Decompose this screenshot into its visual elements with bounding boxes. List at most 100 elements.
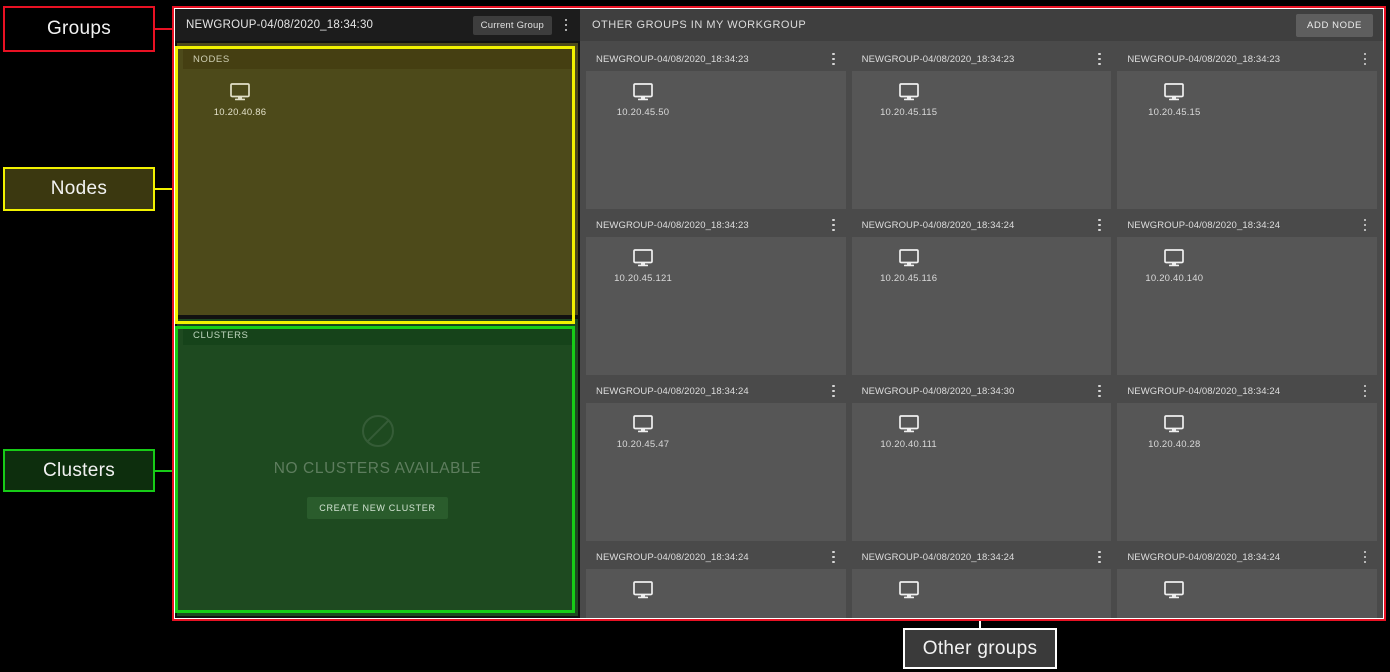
node-tile[interactable]: 10.20.45.116 (866, 249, 952, 284)
annotation-label-groups-text: Groups (46, 18, 112, 39)
group-card[interactable]: NEWGROUP-04/08/2020_18:34:24 10.20.45.47 (586, 379, 846, 541)
add-node-button[interactable]: ADD NODE (1296, 13, 1373, 37)
node-tile[interactable]: 10.20.45.50 (600, 83, 686, 118)
monitor-icon (633, 249, 653, 267)
node-ip-label: 10.20.40.140 (1145, 273, 1204, 284)
nodes-panel-body: 10.20.40.86 (183, 69, 572, 309)
kebab-menu-icon[interactable] (1091, 546, 1107, 568)
node-ip-label: 10.20.40.111 (880, 439, 937, 450)
monitor-icon (230, 83, 250, 101)
current-group-column: NEWGROUP-04/08/2020_18:34:30 Current Gro… (175, 9, 580, 618)
kebab-menu-icon[interactable] (826, 546, 842, 568)
group-card-header: NEWGROUP-04/08/2020_18:34:23 (1117, 47, 1377, 71)
node-tile[interactable] (866, 581, 952, 605)
group-card-title: NEWGROUP-04/08/2020_18:34:24 (1127, 551, 1281, 563)
kebab-menu-icon[interactable] (826, 380, 842, 402)
node-tile[interactable]: 10.20.45.47 (600, 415, 686, 450)
group-card[interactable]: NEWGROUP-04/08/2020_18:34:24 10.20.40.28 (1117, 379, 1377, 541)
kebab-menu-icon[interactable] (1357, 48, 1373, 70)
kebab-menu-icon[interactable] (558, 14, 574, 36)
group-card-body: 10.20.45.115 (852, 71, 1112, 209)
group-card[interactable]: NEWGROUP-04/08/2020_18:34:30 10.20.40.111 (851, 379, 1112, 541)
monitor-icon (633, 581, 653, 599)
monitor-icon (898, 83, 919, 101)
group-card-title: NEWGROUP-04/08/2020_18:34:24 (596, 551, 749, 563)
group-card[interactable]: NEWGROUP-04/08/2020_18:34:23 10.20.45.15 (1117, 47, 1377, 209)
current-group-title: NEWGROUP-04/08/2020_18:34:30 (186, 19, 374, 31)
group-card-header: NEWGROUP-04/08/2020_18:34:24 (1117, 213, 1377, 237)
create-new-cluster-button[interactable]: CREATE NEW CLUSTER (307, 497, 448, 519)
kebab-menu-icon[interactable] (1357, 380, 1373, 402)
annotation-label-clusters: Clusters (3, 449, 155, 492)
current-group-badge: Current Group (472, 15, 552, 35)
node-tile[interactable] (600, 581, 686, 605)
group-card-header: NEWGROUP-04/08/2020_18:34:24 (1117, 379, 1377, 403)
group-card[interactable]: NEWGROUP-04/08/2020_18:34:24 10.20.45.116 (851, 213, 1112, 375)
annotation-label-nodes-text: Nodes (50, 178, 108, 199)
kebab-menu-icon[interactable] (1091, 380, 1107, 402)
group-card-body: 10.20.45.15 (1117, 71, 1377, 209)
group-card[interactable]: NEWGROUP-04/08/2020_18:34:24 (851, 545, 1112, 618)
annotation-label-other-groups: Other groups (903, 628, 1057, 669)
nodes-panel: NODES 10.20.40.86 (177, 43, 578, 315)
group-card[interactable]: NEWGROUP-04/08/2020_18:34:23 10.20.45.115 (851, 47, 1112, 209)
annotation-leader-groups (155, 28, 175, 30)
group-card-title: NEWGROUP-04/08/2020_18:34:24 (596, 385, 749, 397)
node-ip-label: 10.20.45.47 (616, 439, 670, 450)
monitor-icon (898, 415, 919, 433)
screenshot-root: Groups Nodes Clusters Other groups NEWGR… (0, 0, 1390, 672)
group-card-header: NEWGROUP-04/08/2020_18:34:24 (851, 545, 1112, 569)
group-card-body: 10.20.45.116 (852, 237, 1112, 375)
group-card-title: NEWGROUP-04/08/2020_18:34:23 (596, 53, 749, 65)
kebab-menu-icon[interactable] (1357, 214, 1373, 236)
group-card-body (1117, 569, 1377, 618)
group-card-body: 10.20.40.140 (1117, 237, 1377, 375)
clusters-panel-header: CLUSTERS (183, 325, 572, 345)
group-card[interactable]: NEWGROUP-04/08/2020_18:34:23 10.20.45.50 (586, 47, 846, 209)
clusters-empty-message: NO CLUSTERS AVAILABLE (273, 460, 482, 477)
clusters-panel-body: NO CLUSTERS AVAILABLE CREATE NEW CLUSTER (183, 345, 572, 610)
node-tile[interactable]: 10.20.40.111 (866, 415, 952, 450)
current-group-header: NEWGROUP-04/08/2020_18:34:30 Current Gro… (175, 9, 580, 41)
group-card-header: NEWGROUP-04/08/2020_18:34:23 (586, 47, 846, 71)
node-tile[interactable]: 10.20.40.28 (1131, 415, 1217, 450)
kebab-menu-icon[interactable] (826, 48, 842, 70)
group-card-title: NEWGROUP-04/08/2020_18:34:23 (1127, 53, 1281, 65)
node-tile[interactable]: 10.20.40.140 (1131, 249, 1217, 284)
nodes-panel-header: NODES (183, 49, 572, 69)
monitor-icon (1164, 83, 1185, 101)
group-card-body: 10.20.40.28 (1117, 403, 1377, 541)
group-card-title: NEWGROUP-04/08/2020_18:34:23 (596, 219, 749, 231)
group-card-header: NEWGROUP-04/08/2020_18:34:23 (851, 47, 1112, 71)
node-ip-label: 10.20.40.86 (213, 107, 267, 118)
group-card-body: 10.20.40.111 (852, 403, 1112, 541)
group-card[interactable]: NEWGROUP-04/08/2020_18:34:24 (586, 545, 846, 618)
kebab-menu-icon[interactable] (1091, 48, 1107, 70)
group-card-title: NEWGROUP-04/08/2020_18:34:24 (861, 219, 1015, 231)
monitor-icon (1164, 415, 1185, 433)
group-card[interactable]: NEWGROUP-04/08/2020_18:34:24 (1117, 545, 1377, 618)
group-card-title: NEWGROUP-04/08/2020_18:34:24 (1127, 385, 1281, 397)
group-card-header: NEWGROUP-04/08/2020_18:34:24 (586, 545, 846, 569)
kebab-menu-icon[interactable] (1091, 214, 1107, 236)
application-window: NEWGROUP-04/08/2020_18:34:30 Current Gro… (174, 8, 1384, 619)
kebab-menu-icon[interactable] (826, 214, 842, 236)
group-card-body (852, 569, 1112, 618)
node-tile[interactable]: 10.20.45.115 (866, 83, 952, 118)
group-card-header: NEWGROUP-04/08/2020_18:34:24 (851, 213, 1112, 237)
group-card-body: 10.20.45.47 (586, 403, 846, 541)
node-tile[interactable] (1131, 581, 1217, 605)
monitor-icon (1164, 249, 1185, 267)
node-tile[interactable]: 10.20.40.86 (197, 83, 283, 118)
group-card-title: NEWGROUP-04/08/2020_18:34:24 (861, 551, 1015, 563)
group-card[interactable]: NEWGROUP-04/08/2020_18:34:23 10.20.45.121 (586, 213, 846, 375)
other-groups-header: OTHER GROUPS IN MY WORKGROUP ADD NODE (580, 9, 1383, 41)
kebab-menu-icon[interactable] (1357, 546, 1373, 568)
annotation-label-clusters-text: Clusters (42, 459, 116, 481)
group-card[interactable]: NEWGROUP-04/08/2020_18:34:24 10.20.40.140 (1117, 213, 1377, 375)
other-groups-column: OTHER GROUPS IN MY WORKGROUP ADD NODE NE… (580, 9, 1383, 618)
group-card-body: 10.20.45.121 (586, 237, 846, 375)
node-ip-label: 10.20.40.28 (1148, 439, 1201, 450)
node-tile[interactable]: 10.20.45.15 (1131, 83, 1217, 118)
node-tile[interactable]: 10.20.45.121 (600, 249, 686, 284)
